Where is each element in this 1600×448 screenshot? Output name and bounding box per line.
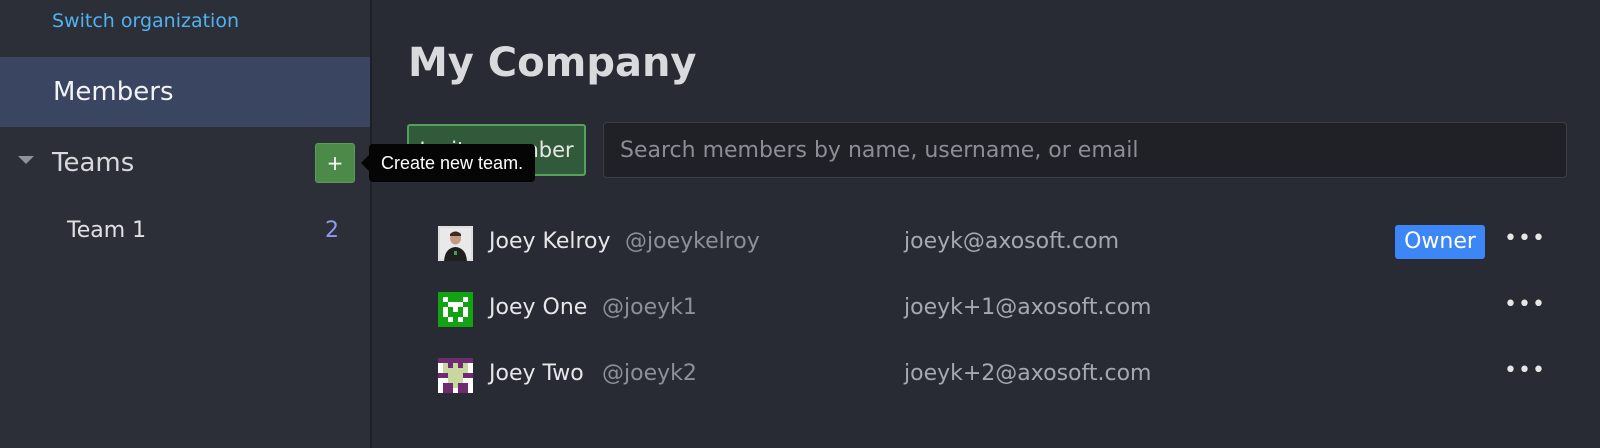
member-username: @joeykelroy — [625, 229, 760, 254]
sidebar-item-members[interactable]: Members — [0, 57, 370, 127]
member-row: Joey One @joeyk1 joeyk+1@axosoft.com ••• — [438, 290, 1568, 330]
sidebar-item-team-1[interactable]: Team 1 2 — [0, 212, 370, 252]
owner-badge: Owner — [1395, 225, 1485, 259]
member-search-input[interactable] — [603, 122, 1567, 178]
member-email: joeyk+1@axosoft.com — [904, 295, 1152, 320]
switch-organization-link[interactable]: Switch organization — [52, 10, 239, 32]
member-email: joeyk@axosoft.com — [904, 229, 1120, 254]
caret-down-icon[interactable] — [18, 156, 34, 164]
more-options-icon[interactable]: ••• — [1504, 290, 1545, 326]
member-username: @joeyk2 — [602, 361, 697, 386]
add-team-button[interactable]: + — [315, 143, 355, 183]
create-team-tooltip: Create new team. — [360, 144, 536, 182]
member-email: joeyk+2@axosoft.com — [904, 361, 1152, 386]
page-title: My Company — [408, 40, 697, 86]
avatar — [438, 358, 473, 393]
member-name: Joey Kelroy — [489, 229, 611, 254]
member-row: Joey Two @joeyk2 joeyk+2@axosoft.com ••• — [438, 356, 1568, 396]
team-member-count: 2 — [325, 218, 339, 243]
member-row: Joey Kelroy @joeykelroy joeyk@axosoft.co… — [438, 224, 1568, 264]
user-photo-icon — [438, 226, 473, 261]
sidebar-teams-header: Teams + — [0, 140, 370, 186]
member-username: @joeyk1 — [602, 295, 697, 320]
sidebar: Switch organization Members Teams + Team… — [0, 0, 372, 448]
teams-label[interactable]: Teams — [52, 148, 134, 178]
member-name: Joey Two — [489, 361, 584, 386]
avatar — [438, 292, 473, 327]
sidebar-item-label: Members — [53, 77, 174, 107]
member-name: Joey One — [489, 295, 588, 320]
app: Switch organization Members Teams + Team… — [0, 0, 1600, 448]
more-options-icon[interactable]: ••• — [1504, 224, 1545, 260]
identicon-purple-icon — [438, 358, 473, 393]
team-name: Team 1 — [67, 218, 147, 243]
identicon-green-icon — [438, 292, 473, 327]
more-options-icon[interactable]: ••• — [1504, 356, 1545, 392]
avatar — [438, 226, 473, 261]
